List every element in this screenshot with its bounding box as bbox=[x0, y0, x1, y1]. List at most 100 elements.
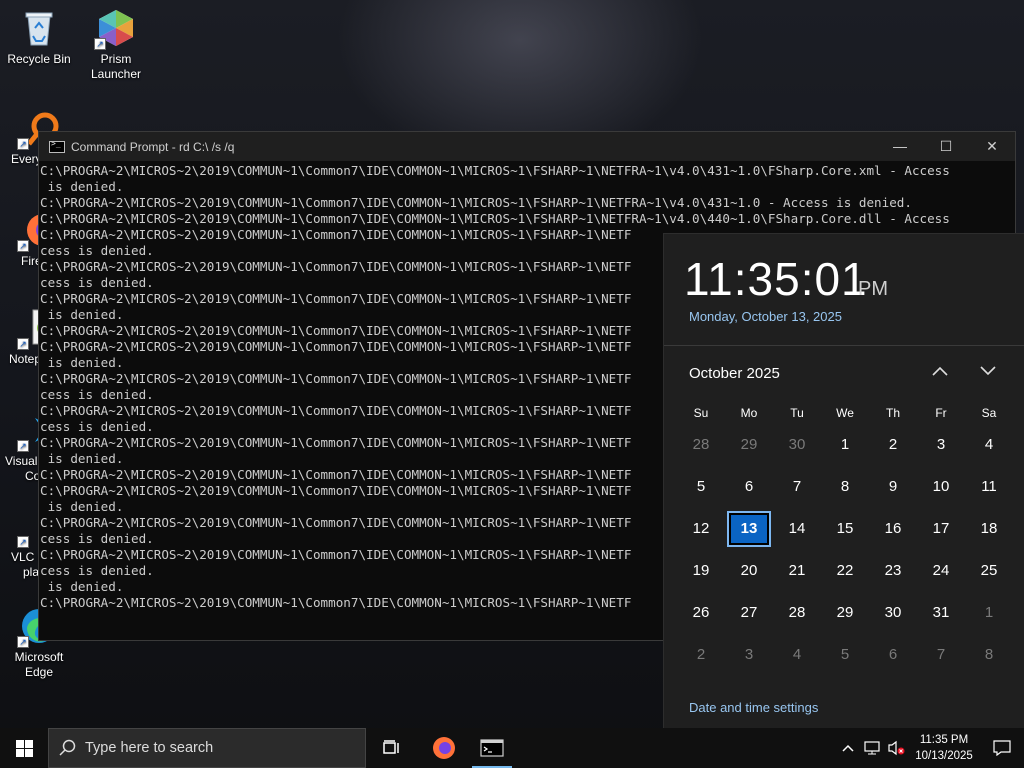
maximize-button[interactable]: ☐ bbox=[923, 132, 969, 161]
calendar-day[interactable]: 3 bbox=[917, 424, 965, 466]
calendar-day[interactable]: 31 bbox=[917, 592, 965, 634]
shortcut-arrow-icon: ↗ bbox=[94, 38, 106, 50]
calendar-day-number: 6 bbox=[744, 478, 754, 495]
calendar-weekday-header: We bbox=[836, 406, 854, 420]
calendar-day-number: 20 bbox=[740, 562, 758, 579]
calendar-day[interactable]: 30 bbox=[773, 424, 821, 466]
calendar-day[interactable]: 4 bbox=[965, 424, 1013, 466]
calendar-day[interactable]: 2 bbox=[869, 424, 917, 466]
calendar-day[interactable]: 3 bbox=[725, 634, 773, 676]
calendar-day-number: 3 bbox=[936, 436, 946, 453]
desktop-icon-label: Microsoft bbox=[14, 650, 64, 664]
calendar-day[interactable]: 29 bbox=[725, 424, 773, 466]
date-time-settings-link[interactable]: Date and time settings bbox=[689, 700, 818, 715]
cmd-output-line: C:\PROGRA~2\MICROS~2\2019\COMMUN~1\Commo… bbox=[40, 211, 950, 226]
calendar-day-number: 15 bbox=[836, 520, 854, 537]
calendar-day-number: 6 bbox=[888, 646, 898, 663]
calendar-day[interactable]: 15 bbox=[821, 508, 869, 550]
calendar-day[interactable]: 27 bbox=[725, 592, 773, 634]
volume-button[interactable] bbox=[884, 728, 908, 768]
calendar-day[interactable]: 21 bbox=[773, 550, 821, 592]
taskbar-firefox-button[interactable] bbox=[420, 728, 468, 768]
windows-logo-icon bbox=[15, 739, 33, 757]
calendar-day[interactable]: 28 bbox=[773, 592, 821, 634]
calendar-day[interactable]: 1 bbox=[821, 424, 869, 466]
calendar-day[interactable]: 23 bbox=[869, 550, 917, 592]
desktop-icon-label-line: Prism Launcher bbox=[90, 52, 142, 81]
calendar-day-number: 17 bbox=[932, 520, 950, 537]
calendar-day[interactable]: 7 bbox=[773, 466, 821, 508]
calendar-day[interactable]: 26 bbox=[677, 592, 725, 634]
tray-overflow-button[interactable] bbox=[836, 728, 860, 768]
calendar-day[interactable]: 17 bbox=[917, 508, 965, 550]
calendar-day-number: 25 bbox=[980, 562, 998, 579]
calendar-day[interactable]: 25 bbox=[965, 550, 1013, 592]
flyout-full-date[interactable]: Monday, October 13, 2025 bbox=[689, 309, 842, 324]
calendar-day-number: 3 bbox=[744, 646, 754, 663]
calendar-day-number: 9 bbox=[888, 478, 898, 495]
calendar-day-number: 30 bbox=[788, 436, 806, 453]
calendar-day[interactable]: 22 bbox=[821, 550, 869, 592]
calendar-day[interactable]: 1 bbox=[965, 592, 1013, 634]
calendar-day[interactable]: 6 bbox=[869, 634, 917, 676]
calendar-day-number: 27 bbox=[740, 604, 758, 621]
cmd-titlebar[interactable]: Command Prompt - rd C:\ /s /q — ☐ ✕ bbox=[39, 132, 1015, 161]
calendar-day[interactable]: 5 bbox=[677, 466, 725, 508]
taskbar-clock-time: 11:35 PM bbox=[919, 734, 969, 746]
calendar-day[interactable]: 10 bbox=[917, 466, 965, 508]
calendar-day[interactable]: 7 bbox=[917, 634, 965, 676]
calendar-day[interactable]: 14 bbox=[773, 508, 821, 550]
start-button[interactable] bbox=[0, 728, 48, 768]
calendar-day[interactable]: 18 bbox=[965, 508, 1013, 550]
calendar-day[interactable]: 11 bbox=[965, 466, 1013, 508]
cmd-app-icon bbox=[49, 139, 65, 153]
network-button[interactable] bbox=[860, 728, 884, 768]
calendar-day-number: 5 bbox=[840, 646, 850, 663]
calendar-day[interactable]: 16 bbox=[869, 508, 917, 550]
calendar-flyout[interactable]: 11:35:01 PM Monday, October 13, 2025 Oct… bbox=[663, 233, 1024, 728]
desktop-icon-recycle-bin[interactable]: Recycle Bin bbox=[1, 8, 77, 67]
calendar-day[interactable]: 2 bbox=[677, 634, 725, 676]
calendar-day-number: 7 bbox=[936, 646, 946, 663]
calendar-day-number: 14 bbox=[788, 520, 806, 537]
command-prompt-icon bbox=[480, 739, 504, 757]
calendar-day-number: 23 bbox=[884, 562, 902, 579]
calendar-day[interactable]: 4 bbox=[773, 634, 821, 676]
calendar-day[interactable]: 28 bbox=[677, 424, 725, 466]
calendar-prev-month-button[interactable] bbox=[926, 360, 954, 384]
calendar-day-number: 1 bbox=[840, 436, 850, 453]
calendar-day-number: 1 bbox=[984, 604, 994, 621]
close-button[interactable]: ✕ bbox=[969, 132, 1015, 161]
calendar-month-label[interactable]: October 2025 bbox=[689, 365, 780, 382]
desktop-icon-prism-launcher[interactable]: ↗ Prism Launcher bbox=[78, 8, 154, 82]
calendar-day[interactable]: 8 bbox=[821, 466, 869, 508]
calendar-day[interactable]: 20 bbox=[725, 550, 773, 592]
desktop-icon-label: Recycle Bin bbox=[7, 52, 71, 66]
calendar-day-number: 19 bbox=[692, 562, 710, 579]
calendar-day[interactable]: 8 bbox=[965, 634, 1013, 676]
shortcut-arrow-icon: ↗ bbox=[17, 536, 29, 548]
calendar-day-number: 16 bbox=[884, 520, 902, 537]
desktop-icon-label-line2: Edge bbox=[24, 665, 54, 679]
shortcut-arrow-icon: ↗ bbox=[17, 636, 29, 648]
calendar-day-today[interactable]: 13 bbox=[725, 508, 773, 550]
taskbar-cmd-button[interactable] bbox=[468, 728, 516, 768]
taskbar-search-box[interactable]: Type here to search bbox=[48, 728, 366, 768]
recycle-bin-icon bbox=[19, 8, 59, 48]
minimize-button[interactable]: — bbox=[877, 132, 923, 161]
action-center-button[interactable] bbox=[980, 728, 1024, 768]
calendar-day[interactable]: 30 bbox=[869, 592, 917, 634]
calendar-day[interactable]: 24 bbox=[917, 550, 965, 592]
calendar-day-number: 24 bbox=[932, 562, 950, 579]
calendar-day[interactable]: 6 bbox=[725, 466, 773, 508]
calendar-day[interactable]: 19 bbox=[677, 550, 725, 592]
calendar-day[interactable]: 9 bbox=[869, 466, 917, 508]
calendar-next-month-button[interactable] bbox=[974, 360, 1002, 384]
task-view-button[interactable] bbox=[368, 728, 416, 768]
taskbar-clock[interactable]: 11:35 PM 10/13/2025 bbox=[908, 732, 980, 764]
calendar-day[interactable]: 29 bbox=[821, 592, 869, 634]
search-icon bbox=[59, 739, 76, 756]
calendar-day[interactable]: 12 bbox=[677, 508, 725, 550]
shortcut-arrow-icon: ↗ bbox=[17, 240, 29, 252]
calendar-day[interactable]: 5 bbox=[821, 634, 869, 676]
